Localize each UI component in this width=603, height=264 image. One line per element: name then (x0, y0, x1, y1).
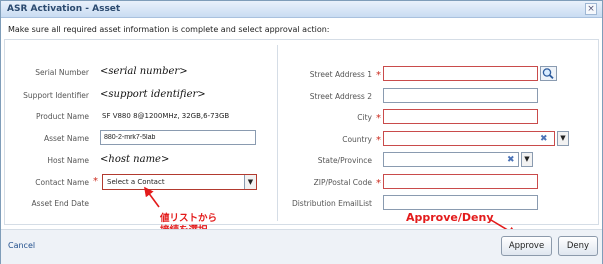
approve-button[interactable]: Approve (501, 236, 552, 256)
asr-activation-dialog: ASR Activation - Asset × Make sure all r… (0, 0, 603, 264)
dialog-footer: Cancel Approve Deny (1, 229, 602, 264)
annotation-arrows (144, 186, 518, 236)
cancel-link[interactable]: Cancel (8, 241, 35, 250)
approve-deny-annotation: Approve/Deny (406, 211, 494, 224)
contact-callout-arrow (144, 186, 160, 208)
deny-button[interactable]: Deny (558, 236, 598, 256)
contact-annotation-line1: 値リストから (160, 213, 218, 224)
